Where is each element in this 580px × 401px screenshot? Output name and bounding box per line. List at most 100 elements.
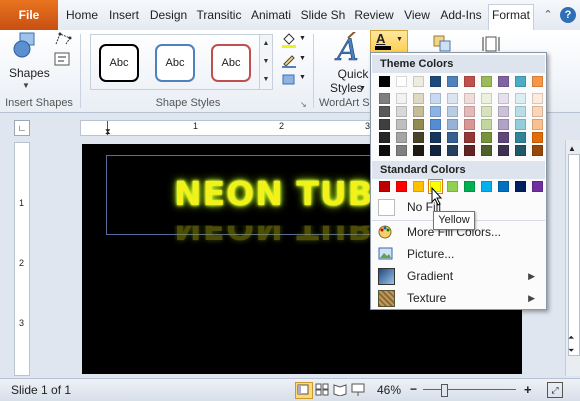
standard-color-swatch[interactable]	[464, 181, 475, 192]
standard-color-swatch[interactable]	[532, 181, 543, 192]
theme-color-shade-swatch[interactable]	[430, 145, 441, 156]
theme-color-shade-swatch[interactable]	[498, 119, 509, 130]
theme-color-shade-swatch[interactable]	[430, 119, 441, 130]
next-slide-icon[interactable]: ⏷	[568, 346, 574, 356]
zoom-in-icon[interactable]: +	[524, 382, 532, 397]
standard-color-swatch[interactable]	[515, 181, 526, 192]
text-box-icon[interactable]	[54, 52, 70, 66]
theme-color-swatch[interactable]	[379, 76, 390, 87]
tab-add-ins[interactable]: Add-Ins	[437, 5, 485, 26]
zoom-slider[interactable]	[423, 389, 516, 390]
theme-color-shade-swatch[interactable]	[430, 93, 441, 104]
theme-color-shade-swatch[interactable]	[379, 119, 390, 130]
tab-format[interactable]: Format	[488, 4, 534, 30]
quick-styles-dropdown-icon[interactable]: ▼	[359, 85, 366, 92]
theme-color-swatch[interactable]	[464, 76, 475, 87]
theme-color-shade-swatch[interactable]	[532, 93, 543, 104]
theme-color-swatch[interactable]	[498, 76, 509, 87]
standard-color-swatch[interactable]	[498, 181, 509, 192]
theme-color-shade-swatch[interactable]	[430, 106, 441, 117]
shape-effects-icon[interactable]	[281, 72, 297, 86]
shape-fill-dropdown-icon[interactable]: ▼	[299, 35, 306, 42]
theme-color-shade-swatch[interactable]	[396, 132, 407, 143]
scroll-thumb[interactable]	[568, 154, 580, 356]
theme-color-shade-swatch[interactable]	[447, 119, 458, 130]
text-fill-button[interactable]: A ▼	[370, 30, 408, 54]
standard-color-swatch[interactable]	[396, 181, 407, 192]
standard-color-swatch[interactable]	[413, 181, 424, 192]
theme-color-shade-swatch[interactable]	[396, 106, 407, 117]
reading-view-icon[interactable]	[333, 383, 347, 397]
picture-item[interactable]: Picture...	[372, 243, 545, 265]
indent-marker-icon[interactable]: ⧗	[105, 128, 111, 136]
theme-color-shade-swatch[interactable]	[464, 119, 475, 130]
theme-color-shade-swatch[interactable]	[464, 106, 475, 117]
theme-color-shade-swatch[interactable]	[498, 106, 509, 117]
arrange-icon[interactable]	[432, 34, 454, 54]
theme-color-shade-swatch[interactable]	[464, 132, 475, 143]
shape-outline-dropdown-icon[interactable]: ▼	[299, 55, 306, 62]
theme-color-shade-swatch[interactable]	[498, 145, 509, 156]
tab-selector[interactable]: ∟	[14, 120, 30, 136]
theme-color-shade-swatch[interactable]	[515, 106, 526, 117]
edit-shape-icon[interactable]	[54, 32, 72, 46]
tab-animations[interactable]: Animati	[247, 5, 295, 26]
shapes-button[interactable]: Shapes	[9, 66, 50, 80]
theme-color-shade-swatch[interactable]	[481, 93, 492, 104]
theme-color-shade-swatch[interactable]	[515, 119, 526, 130]
theme-color-shade-swatch[interactable]	[532, 145, 543, 156]
gradient-item[interactable]: Gradient ▶	[372, 265, 545, 287]
theme-color-shade-swatch[interactable]	[498, 132, 509, 143]
theme-color-swatch[interactable]	[447, 76, 458, 87]
theme-color-swatch[interactable]	[413, 76, 424, 87]
theme-color-shade-swatch[interactable]	[379, 132, 390, 143]
previous-slide-icon[interactable]: ⏶	[568, 333, 574, 343]
theme-color-shade-swatch[interactable]	[447, 132, 458, 143]
theme-color-shade-swatch[interactable]	[430, 132, 441, 143]
theme-color-shade-swatch[interactable]	[379, 145, 390, 156]
quick-styles-button-line1[interactable]: Quick	[333, 67, 373, 81]
gallery-scroll[interactable]: ▲ ▼ ▼	[259, 34, 273, 90]
theme-color-swatch[interactable]	[532, 76, 543, 87]
tab-slide-show[interactable]: Slide Sh	[298, 5, 348, 26]
standard-color-swatch[interactable]	[379, 181, 390, 192]
slide-sorter-icon[interactable]	[315, 383, 329, 396]
theme-color-shade-swatch[interactable]	[379, 93, 390, 104]
theme-color-shade-swatch[interactable]	[532, 106, 543, 117]
tab-design[interactable]: Design	[146, 5, 191, 26]
fit-slide-icon[interactable]: ⤢	[547, 382, 563, 398]
zoom-slider-thumb[interactable]	[441, 384, 448, 397]
theme-color-shade-swatch[interactable]	[481, 145, 492, 156]
vertical-ruler[interactable]: 1 2 3	[14, 142, 30, 376]
theme-color-shade-swatch[interactable]	[515, 93, 526, 104]
slide-show-icon[interactable]	[351, 383, 365, 396]
neon-text[interactable]: NEON TUB	[174, 174, 374, 213]
theme-color-shade-swatch[interactable]	[396, 145, 407, 156]
tab-insert[interactable]: Insert	[104, 5, 144, 26]
theme-color-swatch[interactable]	[515, 76, 526, 87]
standard-color-swatch[interactable]	[481, 181, 492, 192]
size-icon[interactable]	[480, 34, 502, 54]
tab-file[interactable]: File	[0, 0, 58, 30]
theme-color-shade-swatch[interactable]	[447, 93, 458, 104]
theme-color-shade-swatch[interactable]	[481, 132, 492, 143]
theme-color-shade-swatch[interactable]	[515, 132, 526, 143]
tab-home[interactable]: Home	[63, 5, 101, 26]
scroll-up-icon[interactable]: ▲	[568, 144, 576, 153]
theme-color-swatch[interactable]	[481, 76, 492, 87]
theme-color-shade-swatch[interactable]	[464, 145, 475, 156]
theme-color-shade-swatch[interactable]	[413, 93, 424, 104]
theme-color-shade-swatch[interactable]	[396, 119, 407, 130]
help-icon[interactable]: ?	[560, 7, 576, 23]
normal-view-icon[interactable]	[295, 382, 313, 399]
theme-color-shade-swatch[interactable]	[447, 106, 458, 117]
theme-color-shade-swatch[interactable]	[379, 106, 390, 117]
shapes-dropdown-arrow-icon[interactable]: ▼	[22, 81, 30, 90]
shape-effects-dropdown-icon[interactable]: ▼	[299, 74, 306, 81]
theme-color-shade-swatch[interactable]	[413, 106, 424, 117]
theme-color-shade-swatch[interactable]	[532, 132, 543, 143]
theme-color-shade-swatch[interactable]	[396, 93, 407, 104]
theme-color-shade-swatch[interactable]	[498, 93, 509, 104]
zoom-out-icon[interactable]: −	[410, 382, 417, 396]
tab-review[interactable]: Review	[351, 5, 397, 26]
